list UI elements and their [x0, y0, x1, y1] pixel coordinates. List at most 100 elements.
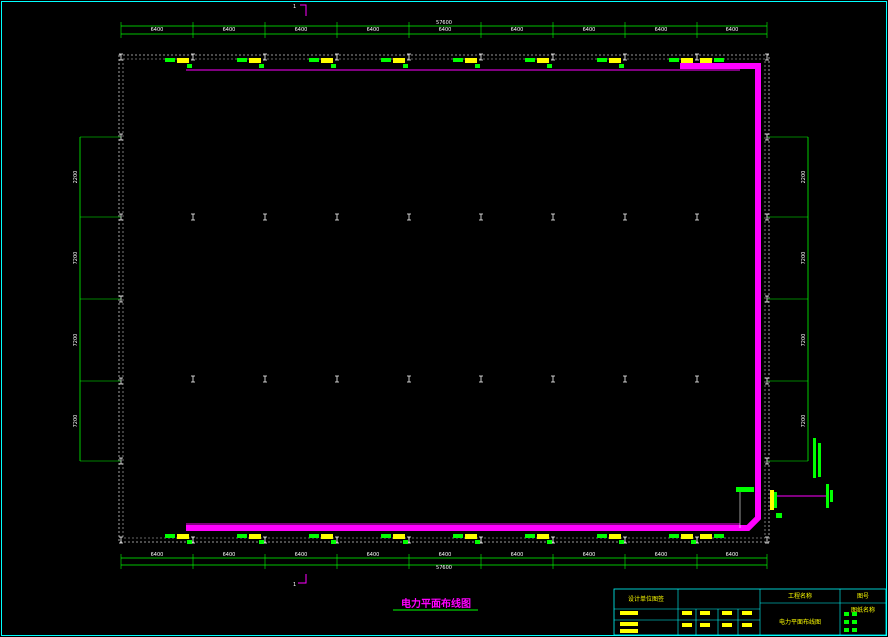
bottom-equip-small-block — [331, 540, 336, 544]
bottom-equip-small-block — [475, 540, 480, 544]
top-equip-green-block — [525, 58, 535, 62]
bottom-equip-yellow-block — [249, 534, 261, 539]
top-equip-yellow-block — [681, 58, 693, 63]
right-dim-span-label: 7200 — [801, 252, 807, 265]
bottom-dim-span-label: 6400 — [367, 552, 380, 558]
top-dim-span-label: 6400 — [151, 27, 164, 33]
bottom-equip-small-block — [259, 540, 264, 544]
bottom-equip-yellow-block — [177, 534, 189, 539]
top-dim-span-label: 6400 — [295, 27, 308, 33]
sheet-border — [1, 1, 887, 636]
top-dim-span-label: 6400 — [655, 27, 668, 33]
bottom-equip-small-block — [619, 540, 624, 544]
distribution-board — [736, 487, 754, 492]
top-equip-green-block — [453, 58, 463, 62]
bottom-equip-green-block — [237, 534, 247, 538]
top-dim-span-label: 6400 — [511, 27, 524, 33]
column-marker — [191, 213, 195, 221]
top-equip-yellow-block — [609, 58, 621, 63]
title-block-cell — [742, 611, 752, 615]
top-equip-small-block — [475, 64, 480, 68]
column-marker — [695, 213, 699, 221]
column-marker — [479, 375, 483, 383]
top-dim-span-label: 6400 — [726, 27, 739, 33]
title-block-cell — [844, 620, 849, 624]
top-equip-small-block — [187, 64, 192, 68]
bottom-equip-yellow-block — [393, 534, 405, 539]
bottom-total-dimension: 57600 — [436, 565, 452, 571]
column-marker — [263, 375, 267, 383]
bottom-dim-span-label: 6400 — [295, 552, 308, 558]
top-equip-small-block — [259, 64, 264, 68]
title-block-cell — [852, 628, 857, 632]
section-mark-top-label: 1 — [293, 4, 296, 10]
top-equip-green-block — [309, 58, 319, 62]
bottom-equip-green-block — [309, 534, 319, 538]
top-equip-yellow-block — [700, 58, 712, 63]
bottom-dim-span-label: 6400 — [726, 552, 739, 558]
drawing-title: 电力平面布线图 — [401, 597, 471, 610]
supply-bar-3 — [826, 484, 829, 508]
section-mark-top: 1 — [293, 4, 307, 16]
top-equip-small-block — [619, 64, 624, 68]
top-equip-green-block — [597, 58, 607, 62]
main-cable-tray — [186, 63, 761, 531]
right-dim-span-label: 7200 — [801, 415, 807, 428]
section-mark-bottom: 1 — [293, 574, 307, 588]
column-marker — [263, 213, 267, 221]
bottom-equip-small-block — [691, 540, 696, 544]
page-label: 图号 — [857, 593, 869, 600]
left-dim-span-label: 7200 — [73, 334, 79, 347]
bottom-dim-span-label: 6400 — [151, 552, 164, 558]
switchgear-green — [774, 492, 777, 508]
top-equip-yellow-block — [177, 58, 189, 63]
bottom-equip-green-block — [597, 534, 607, 538]
title-block-cell — [844, 612, 849, 616]
right-dim-span-label: 7200 — [801, 334, 807, 347]
bottom-equip-green-block — [165, 534, 175, 538]
title-block-cell — [722, 611, 732, 615]
left-dim-span-label: 7200 — [73, 415, 79, 428]
column-marker — [551, 375, 555, 383]
top-dim-span-label: 6400 — [439, 27, 452, 33]
top-dim-span-label: 6400 — [223, 27, 236, 33]
top-equip-small-block — [547, 64, 552, 68]
top-equip-green-block — [381, 58, 391, 62]
top-equipment-row — [165, 58, 724, 68]
top-total-dimension: 57600 — [436, 20, 452, 26]
top-equip-small-block — [403, 64, 408, 68]
section-mark-bottom-label: 1 — [293, 582, 296, 588]
building-inner-wall — [122, 58, 766, 539]
cad-viewport[interactable]: 6400 6400 6400 6400 6400 6400 6400 6400 6400 640… — [0, 0, 888, 637]
top-equip-yellow-block — [465, 58, 477, 63]
left-dim-span-label: 2200 — [73, 171, 79, 184]
bottom-equipment-row — [165, 534, 724, 544]
column-marker — [623, 213, 627, 221]
title-block-cell — [682, 623, 692, 627]
title-block-cell — [722, 623, 732, 627]
supply-bar-2 — [818, 443, 821, 477]
bottom-equip-yellow-block — [465, 534, 477, 539]
bottom-equip-green-block — [453, 534, 463, 538]
bottom-dim-span-label: 6400 — [439, 552, 452, 558]
column-markers — [119, 53, 769, 544]
column-marker — [551, 213, 555, 221]
column-marker — [119, 536, 123, 544]
right-dimension-chain: 2200 7200 7200 7200 — [767, 136, 809, 462]
column-marker — [695, 375, 699, 383]
bottom-dim-span-label: 6400 — [583, 552, 596, 558]
bottom-equip-green-block — [714, 534, 724, 538]
top-equip-green-block — [714, 58, 724, 62]
bottom-equip-green-block — [669, 534, 679, 538]
title-block-cell — [742, 623, 752, 627]
top-equip-green-block — [237, 58, 247, 62]
column-marker — [335, 213, 339, 221]
title-block-cell — [620, 629, 638, 633]
top-dim-span-label: 6400 — [583, 27, 596, 33]
column-marker — [479, 213, 483, 221]
drawing-name: 电力平面布线图 — [779, 618, 821, 626]
left-dimension-chain: 2200 7200 7200 7200 — [73, 136, 121, 462]
bottom-equip-yellow-block — [681, 534, 693, 539]
column-marker — [335, 375, 339, 383]
supply-bar-4 — [830, 490, 833, 502]
